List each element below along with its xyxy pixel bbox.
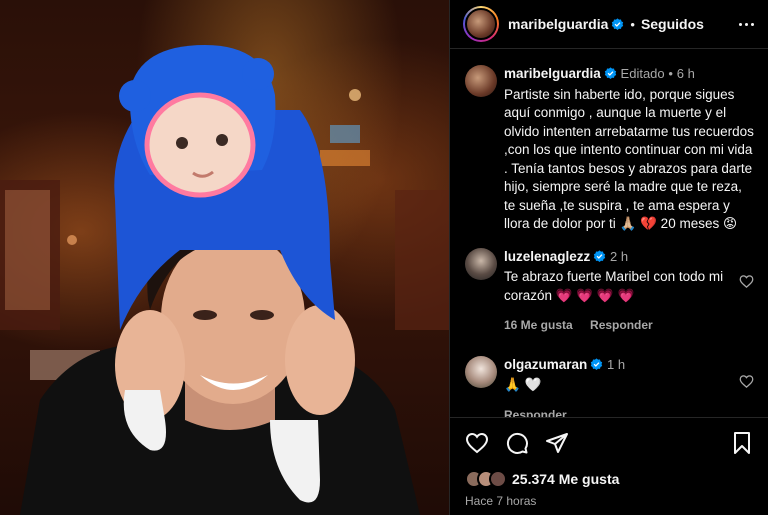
following-button[interactable]: Seguidos [641,16,704,32]
post-photo [0,0,449,515]
comment-item: olgazumaran 1 h 🙏 🤍 Responder [465,355,754,418]
commenter-avatar[interactable] [465,355,497,388]
caption-edited: Editado [620,66,665,81]
comment-item: luzelenaglezz 2 h Te abrazo fuerte Marib… [465,247,754,335]
verified-badge-icon [591,357,603,370]
likes-count[interactable]: 25.374 Me gusta [512,471,619,487]
post-side-panel: maribelguardia • Seguidos maribelguardia… [449,0,768,515]
photo-illustration [0,45,449,515]
comment-likes[interactable]: 16 Me gusta [504,318,573,332]
comment-icon[interactable] [505,431,529,455]
comment-age[interactable]: 1 h [607,357,625,372]
liker-avatar[interactable] [489,470,507,488]
caption-avatar[interactable] [465,65,497,97]
more-icon[interactable] [739,22,754,26]
caption-separator: • [668,66,673,81]
verified-badge-icon [612,17,624,30]
bookmark-icon[interactable] [730,431,754,455]
caption-age[interactable]: 6 h [677,66,695,81]
comment-heart-icon[interactable] [739,274,754,289]
comment-text: 🙏 🤍 [504,377,542,392]
heart-icon[interactable] [465,431,489,455]
caption-text: Partiste sin haberte ido, porque sigues … [504,86,754,232]
comment-username[interactable]: luzelenaglezz [504,249,590,264]
post-actions: 25.374 Me gusta Hace 7 horas [450,417,768,508]
post-header: maribelguardia • Seguidos [450,0,768,49]
author-avatar[interactable] [463,6,499,42]
share-icon[interactable] [545,431,569,455]
comment-heart-icon[interactable] [739,374,754,389]
reply-button[interactable]: Responder [504,408,567,418]
comment-footer: Responder [504,406,749,418]
likes-row: 25.374 Me gusta [465,470,754,488]
comment-footer: 16 Me gusta Responder [504,316,749,335]
verified-badge-icon [594,249,606,262]
header-separator: • [630,16,635,32]
comments-section: maribelguardia Editado • 6 h Partiste si… [450,50,768,417]
comment-username[interactable]: olgazumaran [504,357,587,372]
comment-text: Te abrazo fuerte Maribel con todo mi cor… [504,269,724,303]
action-icons [465,430,754,456]
verified-badge-icon [604,67,616,79]
post-time: Hace 7 horas [465,494,537,508]
caption-username[interactable]: maribelguardia [504,66,601,81]
author-username[interactable]: maribelguardia [508,16,608,32]
reply-button[interactable]: Responder [590,318,653,332]
commenter-avatar[interactable] [465,247,497,280]
comment-age[interactable]: 2 h [610,249,628,264]
caption: maribelguardia Editado • 6 h Partiste si… [465,65,754,234]
